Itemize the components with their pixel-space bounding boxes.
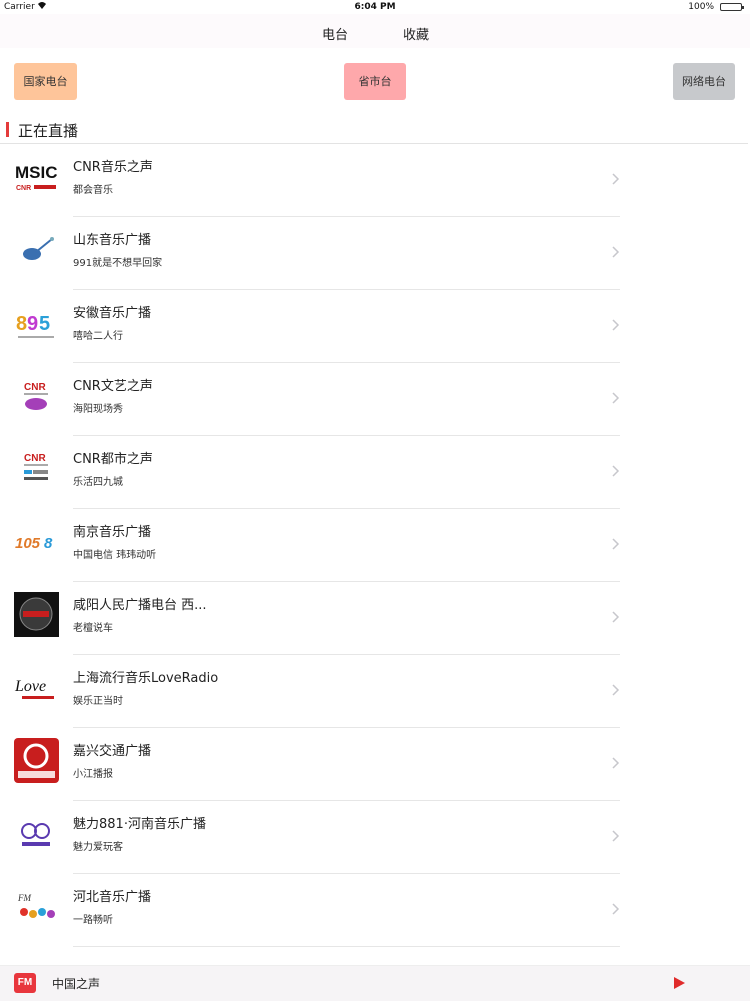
svg-text:CNR: CNR — [24, 453, 46, 464]
list-item[interactable]: FM 河北音乐广播 一路畅听 — [0, 874, 750, 947]
list-item[interactable]: 魅力881·河南音乐广播 魅力爱玩客 — [0, 801, 750, 874]
program-name: 中国电信 玮玮动听 — [73, 550, 157, 561]
now-playing-title: 中国之声 — [52, 977, 101, 991]
svg-text:Love: Love — [14, 678, 46, 695]
list-item[interactable] — [0, 947, 750, 965]
internet-radio-button[interactable]: 网络电台 — [673, 63, 735, 100]
love-radio-logo-icon: Love — [14, 665, 59, 710]
svg-text:105: 105 — [15, 535, 41, 552]
svg-text:CNR: CNR — [24, 382, 46, 393]
fm922-logo-icon — [14, 738, 59, 783]
svg-text:8: 8 — [44, 535, 53, 552]
svg-text:FM: FM — [17, 893, 31, 903]
music-radio-logo-icon: MSIC CNR — [14, 154, 59, 199]
chevron-right-icon — [612, 611, 620, 623]
list-item[interactable]: 105 8 南京音乐广播 中国电信 玮玮动听 — [0, 509, 750, 582]
tab-favorites[interactable]: 收藏 — [403, 24, 429, 43]
chevron-right-icon — [612, 538, 620, 550]
chevron-right-icon — [612, 246, 620, 258]
chevron-right-icon — [612, 392, 620, 404]
provincial-radio-button[interactable]: 省市台 — [344, 63, 406, 100]
program-name: 娱乐正当时 — [73, 696, 123, 707]
guitar-logo-icon — [14, 227, 59, 272]
list-item[interactable]: CNR CNR文艺之声 海阳现场秀 — [0, 363, 750, 436]
nav-bar: 电台 收藏 — [0, 14, 750, 48]
program-name: 嘻哈二人行 — [73, 331, 123, 342]
program-name: 991就是不想早回家 — [73, 258, 163, 269]
section-title: 正在直播 — [18, 122, 79, 140]
national-radio-button[interactable]: 国家电台 — [14, 63, 77, 100]
section-accent-bar — [6, 122, 9, 137]
status-bar: Carrier 6:04 PM 100% — [0, 0, 750, 14]
svg-text:MSIC: MSIC — [15, 163, 58, 182]
hebei-logo-icon: FM — [14, 884, 59, 929]
program-name: 魅力爱玩客 — [73, 842, 123, 853]
list-item[interactable]: CNR CNR都市之声 乐活四九城 — [0, 436, 750, 509]
svg-text:5: 5 — [39, 313, 50, 335]
station-name: CNR文艺之声 — [73, 379, 153, 394]
station-name: 魅力881·河南音乐广播 — [73, 817, 206, 832]
svg-text:8: 8 — [16, 313, 27, 335]
program-name: 都会音乐 — [73, 185, 113, 196]
list-item[interactable]: 山东音乐广播 991就是不想早回家 — [0, 217, 750, 290]
station-name: 咸阳人民广播电台 西... — [73, 598, 207, 613]
list-item[interactable]: 895 安徽音乐广播 嘻哈二人行 — [0, 290, 750, 363]
chevron-right-icon — [612, 319, 620, 331]
station-name: 南京音乐广播 — [73, 525, 152, 540]
program-name: 乐活四九城 — [73, 477, 123, 488]
station-list[interactable]: MSIC CNR CNR音乐之声 都会音乐 山东音乐广播 991就是不想早回家 8… — [0, 144, 750, 965]
chevron-right-icon — [612, 465, 620, 477]
mini-player[interactable]: FM 中国之声 — [0, 965, 750, 1001]
881-logo-icon — [14, 811, 59, 856]
tab-radio[interactable]: 电台 — [322, 24, 348, 43]
battery-percent: 100% — [688, 2, 714, 12]
station-name: CNR都市之声 — [73, 452, 153, 467]
clock: 6:04 PM — [354, 2, 396, 12]
1058-logo-icon: 105 8 — [14, 519, 59, 564]
program-name: 老檀说车 — [73, 623, 113, 634]
list-item[interactable]: MSIC CNR CNR音乐之声 都会音乐 — [0, 144, 750, 217]
list-item[interactable]: Love 上海流行音乐LoveRadio 娱乐正当时 — [0, 655, 750, 728]
chevron-right-icon — [612, 830, 620, 842]
chevron-right-icon — [612, 757, 620, 769]
cnr-dushi-logo-icon: CNR — [14, 446, 59, 491]
dark-circle-logo-icon — [14, 592, 59, 637]
fm-logo-icon: FM — [14, 973, 36, 993]
station-name: 安徽音乐广播 — [73, 306, 152, 321]
station-name: CNR音乐之声 — [73, 160, 153, 175]
station-name: 嘉兴交通广播 — [73, 744, 152, 759]
program-name: 小江播报 — [73, 769, 113, 780]
cnr-wenyi-logo-icon: CNR — [14, 373, 59, 418]
chevron-right-icon — [612, 684, 620, 696]
station-name: 山东音乐广播 — [73, 233, 152, 248]
program-name: 海阳现场秀 — [73, 404, 123, 415]
895-logo-icon: 895 — [14, 300, 59, 345]
battery-icon — [720, 3, 744, 11]
station-name: 上海流行音乐LoveRadio — [73, 671, 219, 686]
list-item[interactable]: 咸阳人民广播电台 西... 老檀说车 — [0, 582, 750, 655]
section-header: 正在直播 — [0, 118, 750, 143]
station-name: 河北音乐广播 — [73, 890, 152, 905]
program-name: 一路畅听 — [73, 915, 113, 926]
list-item[interactable]: 嘉兴交通广播 小江播报 — [0, 728, 750, 801]
svg-text:9: 9 — [27, 313, 38, 335]
chevron-right-icon — [612, 173, 620, 185]
chevron-right-icon — [612, 903, 620, 915]
svg-text:CNR: CNR — [16, 185, 31, 192]
play-icon[interactable] — [674, 977, 685, 989]
